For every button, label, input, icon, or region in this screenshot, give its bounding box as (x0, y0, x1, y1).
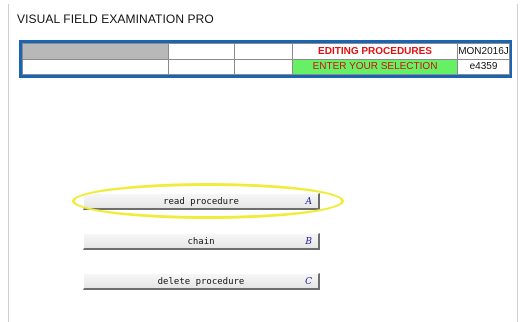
selection-prompt: ENTER YOUR SELECTION (292, 58, 458, 75)
button-label: chain (187, 237, 215, 247)
record-code: e4359 (457, 58, 510, 75)
shortcut-key: C (305, 277, 312, 287)
button-label: read procedure (163, 197, 239, 207)
status-cell-empty (168, 43, 235, 60)
app-title: VISUAL FIELD EXAMINATION PRO (17, 12, 214, 26)
session-code: MON2016J (457, 43, 510, 60)
status-panel: EDITING PROCEDURES MON2016J ENTER YOUR S… (19, 40, 512, 78)
status-cell-empty (234, 58, 293, 75)
status-cell-empty (234, 43, 293, 60)
button-label: delete procedure (157, 277, 245, 287)
chain-button[interactable]: chain B (83, 233, 320, 250)
delete-procedure-button[interactable]: delete procedure C (83, 273, 320, 290)
status-cell-empty (22, 43, 169, 60)
status-cell-empty (22, 58, 169, 75)
status-table: EDITING PROCEDURES MON2016J ENTER YOUR S… (22, 43, 510, 75)
read-procedure-button[interactable]: read procedure A (83, 193, 320, 210)
shortcut-key: A (305, 197, 313, 207)
mode-indicator: EDITING PROCEDURES (292, 43, 458, 60)
status-cell-empty (168, 58, 235, 75)
shortcut-key: B (305, 237, 312, 247)
